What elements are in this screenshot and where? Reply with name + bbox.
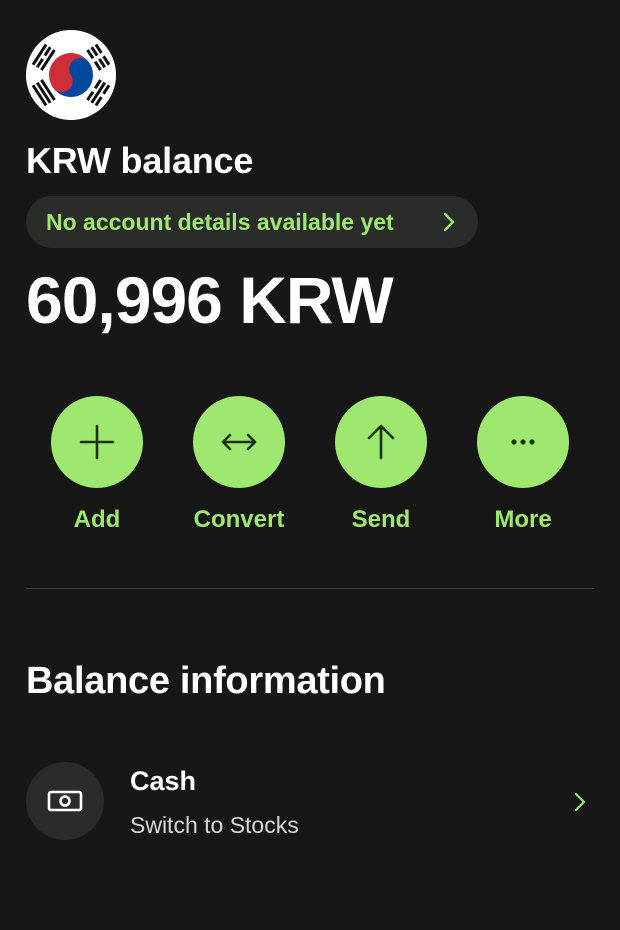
convert-button-circle[interactable] — [193, 396, 285, 488]
chevron-right-icon — [574, 792, 586, 812]
convert-arrows-icon — [221, 433, 257, 451]
send-button-circle[interactable] — [335, 396, 427, 488]
action-bar: Add Convert Send More — [0, 396, 620, 546]
chevron-right-icon — [443, 212, 455, 232]
convert-button[interactable]: Convert — [174, 396, 304, 534]
balance-information-title: Balance information — [26, 660, 386, 702]
more-button-circle[interactable] — [477, 396, 569, 488]
south-korea-flag-icon — [26, 30, 116, 120]
cash-icon-wrap — [26, 762, 104, 840]
cash-row-subtitle: Switch to Stocks — [130, 812, 299, 838]
send-button[interactable]: Send — [316, 396, 446, 534]
cash-row[interactable]: Cash Switch to Stocks — [26, 762, 594, 842]
cash-row-title: Cash — [130, 766, 197, 796]
balance-title: KRW balance — [26, 140, 254, 181]
add-button-label: Add — [73, 506, 121, 533]
send-button-label: Send — [351, 506, 411, 533]
add-button-circle[interactable] — [51, 396, 143, 488]
more-button-label: More — [494, 506, 552, 533]
account-details-label: No account details available yet — [46, 208, 394, 235]
more-dots-icon — [511, 439, 535, 445]
add-button[interactable]: Add — [32, 396, 162, 534]
convert-button-label: Convert — [193, 506, 285, 533]
arrow-up-icon — [367, 424, 395, 460]
banknote-icon — [47, 790, 83, 812]
more-button[interactable]: More — [458, 396, 588, 534]
account-details-button[interactable]: No account details available yet — [26, 196, 478, 248]
section-divider — [26, 588, 594, 589]
plus-icon — [79, 424, 115, 460]
balance-amount: 60,996 KRW — [26, 263, 394, 337]
